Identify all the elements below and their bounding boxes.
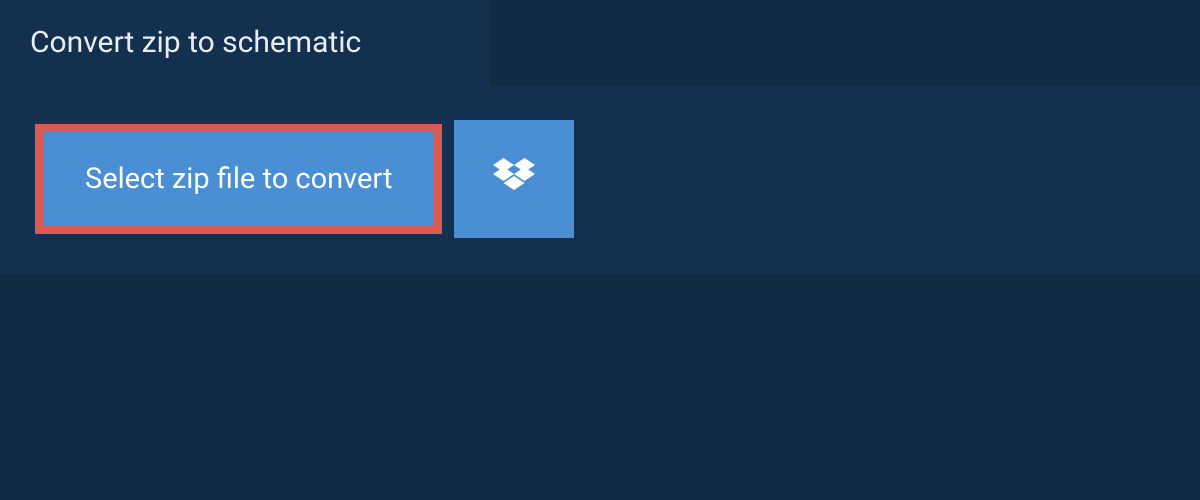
- dropbox-button[interactable]: [454, 120, 574, 238]
- upload-panel: Select zip file to convert: [0, 85, 1200, 273]
- dropbox-icon: [493, 158, 535, 200]
- select-file-button[interactable]: Select zip file to convert: [35, 124, 442, 234]
- select-file-label: Select zip file to convert: [85, 162, 392, 196]
- header-bar: Convert zip to schematic: [0, 0, 490, 85]
- page-title: Convert zip to schematic: [30, 25, 460, 60]
